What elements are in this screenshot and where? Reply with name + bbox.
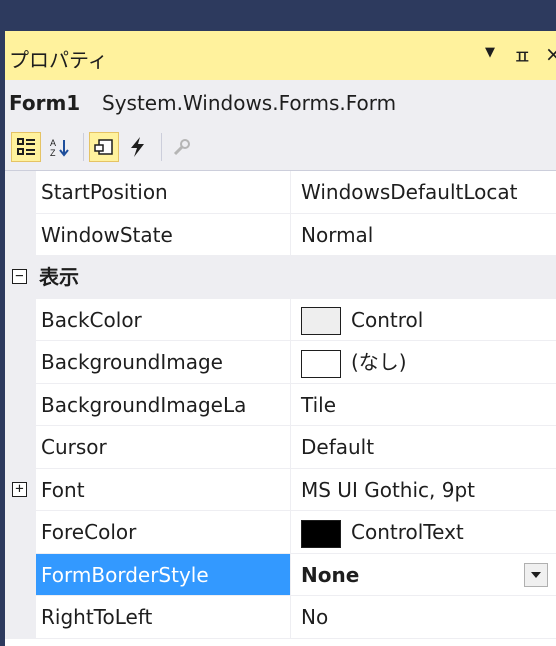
row-gutter xyxy=(5,596,36,638)
category-display[interactable]: − 表示 xyxy=(5,256,556,299)
property-value[interactable]: MS UI Gothic, 9pt xyxy=(293,469,556,511)
property-value[interactable]: Control xyxy=(293,299,556,341)
property-name: StartPosition xyxy=(36,171,291,213)
property-row-backgroundimage[interactable]: BackgroundImage (なし) xyxy=(5,341,556,384)
expand-icon[interactable]: + xyxy=(12,481,27,497)
properties-toolbar: A Z xyxy=(5,125,556,171)
color-swatch xyxy=(301,307,341,335)
svg-text:A: A xyxy=(50,138,56,148)
properties-icon[interactable] xyxy=(89,132,119,162)
property-value[interactable]: WindowsDefaultLocat xyxy=(293,171,556,213)
svg-text:Z: Z xyxy=(50,148,56,157)
collapse-icon[interactable]: − xyxy=(12,269,27,284)
dropdown-button[interactable] xyxy=(524,562,548,587)
category-label: 表示 xyxy=(39,265,79,289)
row-gutter xyxy=(5,298,36,340)
property-value[interactable]: No xyxy=(293,596,556,638)
image-swatch xyxy=(301,349,341,378)
property-name: Font xyxy=(36,468,291,510)
property-value[interactable]: (なし) xyxy=(293,341,556,383)
property-grid: StartPosition WindowsDefaultLocat Window… xyxy=(5,171,556,639)
pin-icon[interactable]: ㅍ xyxy=(513,41,531,70)
row-gutter xyxy=(5,213,36,255)
alphabetical-sort-icon[interactable]: A Z xyxy=(45,132,75,162)
property-name: RightToLeft xyxy=(36,596,291,638)
property-row-font[interactable]: + Font MS UI Gothic, 9pt xyxy=(5,468,556,511)
property-name: BackColor xyxy=(36,298,291,340)
property-value-text: ControlText xyxy=(351,520,464,544)
property-name: Cursor xyxy=(36,426,291,468)
panel-titlebar: プロパティ ▼ ㅍ × xyxy=(5,31,556,80)
properties-panel: プロパティ ▼ ㅍ × Form1 System.Windows.Forms.F… xyxy=(5,31,556,646)
row-gutter xyxy=(5,383,36,425)
property-value-text: Control xyxy=(351,307,424,332)
row-gutter xyxy=(5,426,36,468)
property-value[interactable]: ControlText xyxy=(293,511,556,553)
panel-title: プロパティ xyxy=(9,48,108,72)
color-swatch xyxy=(301,519,341,548)
property-value[interactable]: Default xyxy=(293,426,556,468)
toolbar-separator xyxy=(161,133,162,161)
property-pages-icon xyxy=(167,132,197,162)
close-icon[interactable]: × xyxy=(545,42,556,66)
property-name: BackgroundImage xyxy=(36,341,291,383)
dropdown-icon[interactable]: ▼ xyxy=(485,45,495,60)
window-frame-top xyxy=(0,0,556,31)
row-gutter xyxy=(5,553,36,595)
property-name: WindowState xyxy=(36,213,291,255)
events-icon[interactable] xyxy=(123,132,153,162)
property-row-cursor[interactable]: Cursor Default xyxy=(5,426,556,469)
property-value[interactable]: Tile xyxy=(293,384,556,426)
row-gutter xyxy=(5,341,36,383)
object-selector[interactable]: Form1 System.Windows.Forms.Form xyxy=(5,80,556,125)
property-row-forecolor[interactable]: ForeColor ControlText xyxy=(5,511,556,554)
property-name: FormBorderStyle xyxy=(36,553,291,595)
object-type: System.Windows.Forms.Form xyxy=(102,91,397,115)
row-gutter xyxy=(5,171,36,213)
property-value[interactable]: Normal xyxy=(293,214,556,256)
property-row-startposition[interactable]: StartPosition WindowsDefaultLocat xyxy=(5,171,556,214)
property-value-text: (なし) xyxy=(351,350,407,374)
property-name: BackgroundImageLa xyxy=(36,383,291,425)
row-gutter: + xyxy=(5,468,36,510)
categorized-view-icon[interactable] xyxy=(11,132,41,162)
property-row-windowstate[interactable]: WindowState Normal xyxy=(5,213,556,256)
property-row-righttoleft[interactable]: RightToLeft No xyxy=(5,596,556,639)
property-row-backgroundimagelayout[interactable]: BackgroundImageLa Tile xyxy=(5,383,556,426)
property-name: ForeColor xyxy=(36,511,291,553)
property-row-formborderstyle[interactable]: FormBorderStyle None xyxy=(5,553,556,596)
row-gutter xyxy=(5,511,36,553)
object-name: Form1 xyxy=(9,91,81,115)
property-row-backcolor[interactable]: BackColor Control xyxy=(5,298,556,341)
toolbar-separator xyxy=(83,133,84,161)
property-value[interactable]: None xyxy=(293,554,556,596)
